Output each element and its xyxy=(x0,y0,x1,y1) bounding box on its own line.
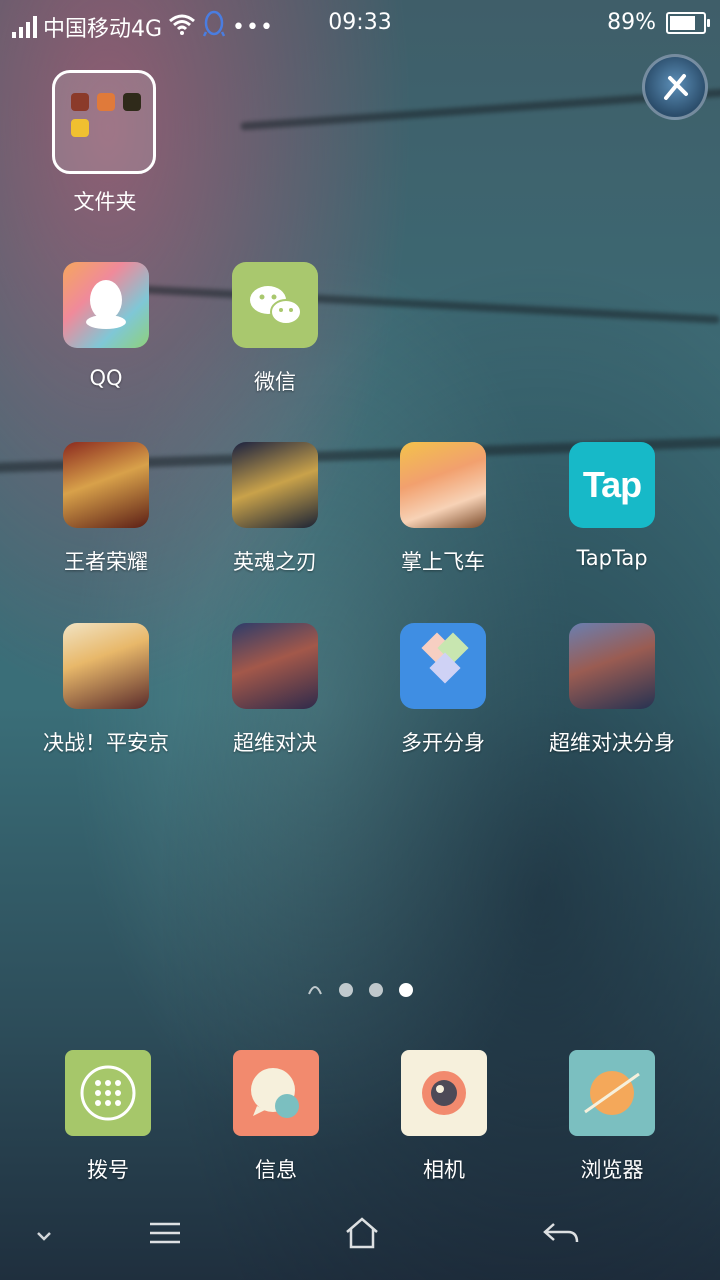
game-icon xyxy=(569,623,655,709)
dock-dialer[interactable]: 拨号 xyxy=(23,1050,193,1184)
app-chaowei[interactable]: 超维对决 xyxy=(190,623,360,757)
page-dot[interactable] xyxy=(339,982,353,997)
dock-browser[interactable]: 浏览器 xyxy=(527,1050,697,1184)
app-label: 王者荣耀 xyxy=(64,550,148,574)
taptap-icon: Tap xyxy=(569,442,655,528)
app-label: QQ xyxy=(89,366,123,390)
dialer-icon xyxy=(65,1050,151,1136)
page-dot-active[interactable] xyxy=(399,982,413,997)
page-indicator xyxy=(0,980,720,999)
dock-camera[interactable]: 相机 xyxy=(359,1050,529,1184)
dock-messages[interactable]: 信息 xyxy=(191,1050,361,1184)
page-dot[interactable] xyxy=(369,982,383,997)
app-qq[interactable]: QQ xyxy=(21,262,191,390)
app-label: 相机 xyxy=(423,1158,465,1182)
game-icon xyxy=(400,442,486,528)
messages-icon xyxy=(233,1050,319,1136)
app-label: 微信 xyxy=(254,370,296,394)
app-label: 决战！平安京 xyxy=(43,731,169,755)
folder-label: 文件夹 xyxy=(73,190,137,214)
app-label: 掌上飞车 xyxy=(401,550,485,574)
camera-icon xyxy=(401,1050,487,1136)
navigation-bar xyxy=(0,1200,720,1280)
status-bar: 中国移动4G ••• 09:33 89% xyxy=(0,0,720,48)
back-icon[interactable] xyxy=(542,1220,580,1252)
game-icon xyxy=(63,623,149,709)
app-yinghun[interactable]: 英魂之刃 xyxy=(190,442,360,576)
app-label: 信息 xyxy=(255,1158,297,1182)
battery-percent: 89% xyxy=(607,10,656,35)
app-label: 超维对决分身 xyxy=(549,731,675,755)
app-label: 浏览器 xyxy=(580,1158,644,1182)
app-wechat[interactable]: 微信 xyxy=(190,262,360,396)
app-label: 拨号 xyxy=(87,1158,129,1182)
menu-icon[interactable] xyxy=(148,1220,182,1250)
taptap-logo-text: Tap xyxy=(582,464,642,505)
game-icon xyxy=(232,442,318,528)
home-page-icon[interactable] xyxy=(307,980,323,999)
battery-icon xyxy=(666,11,710,34)
app-pingan[interactable]: 决战！平安京 xyxy=(21,623,191,757)
app-duokai[interactable]: 多开分身 xyxy=(358,623,528,757)
chevron-down-icon[interactable] xyxy=(34,1228,54,1247)
app-wangzhe[interactable]: 王者荣耀 xyxy=(21,442,191,576)
app-taptap[interactable]: Tap TapTap xyxy=(527,442,697,570)
app-label: 多开分身 xyxy=(401,731,485,755)
app-chaowei-clone[interactable]: 超维对决分身 xyxy=(527,623,697,757)
app-label: TapTap xyxy=(576,546,648,570)
game-icon xyxy=(232,623,318,709)
floating-assistant-icon[interactable] xyxy=(642,54,708,120)
app-label: 超维对决 xyxy=(233,731,317,755)
app-feiche[interactable]: 掌上飞车 xyxy=(358,442,528,576)
wechat-icon xyxy=(232,262,318,348)
browser-icon xyxy=(569,1050,655,1136)
game-icon xyxy=(63,442,149,528)
qq-icon xyxy=(63,262,149,348)
duokai-icon xyxy=(400,623,486,709)
app-label: 英魂之刃 xyxy=(233,550,317,574)
app-folder[interactable] xyxy=(52,70,156,174)
home-icon[interactable] xyxy=(344,1216,380,1254)
